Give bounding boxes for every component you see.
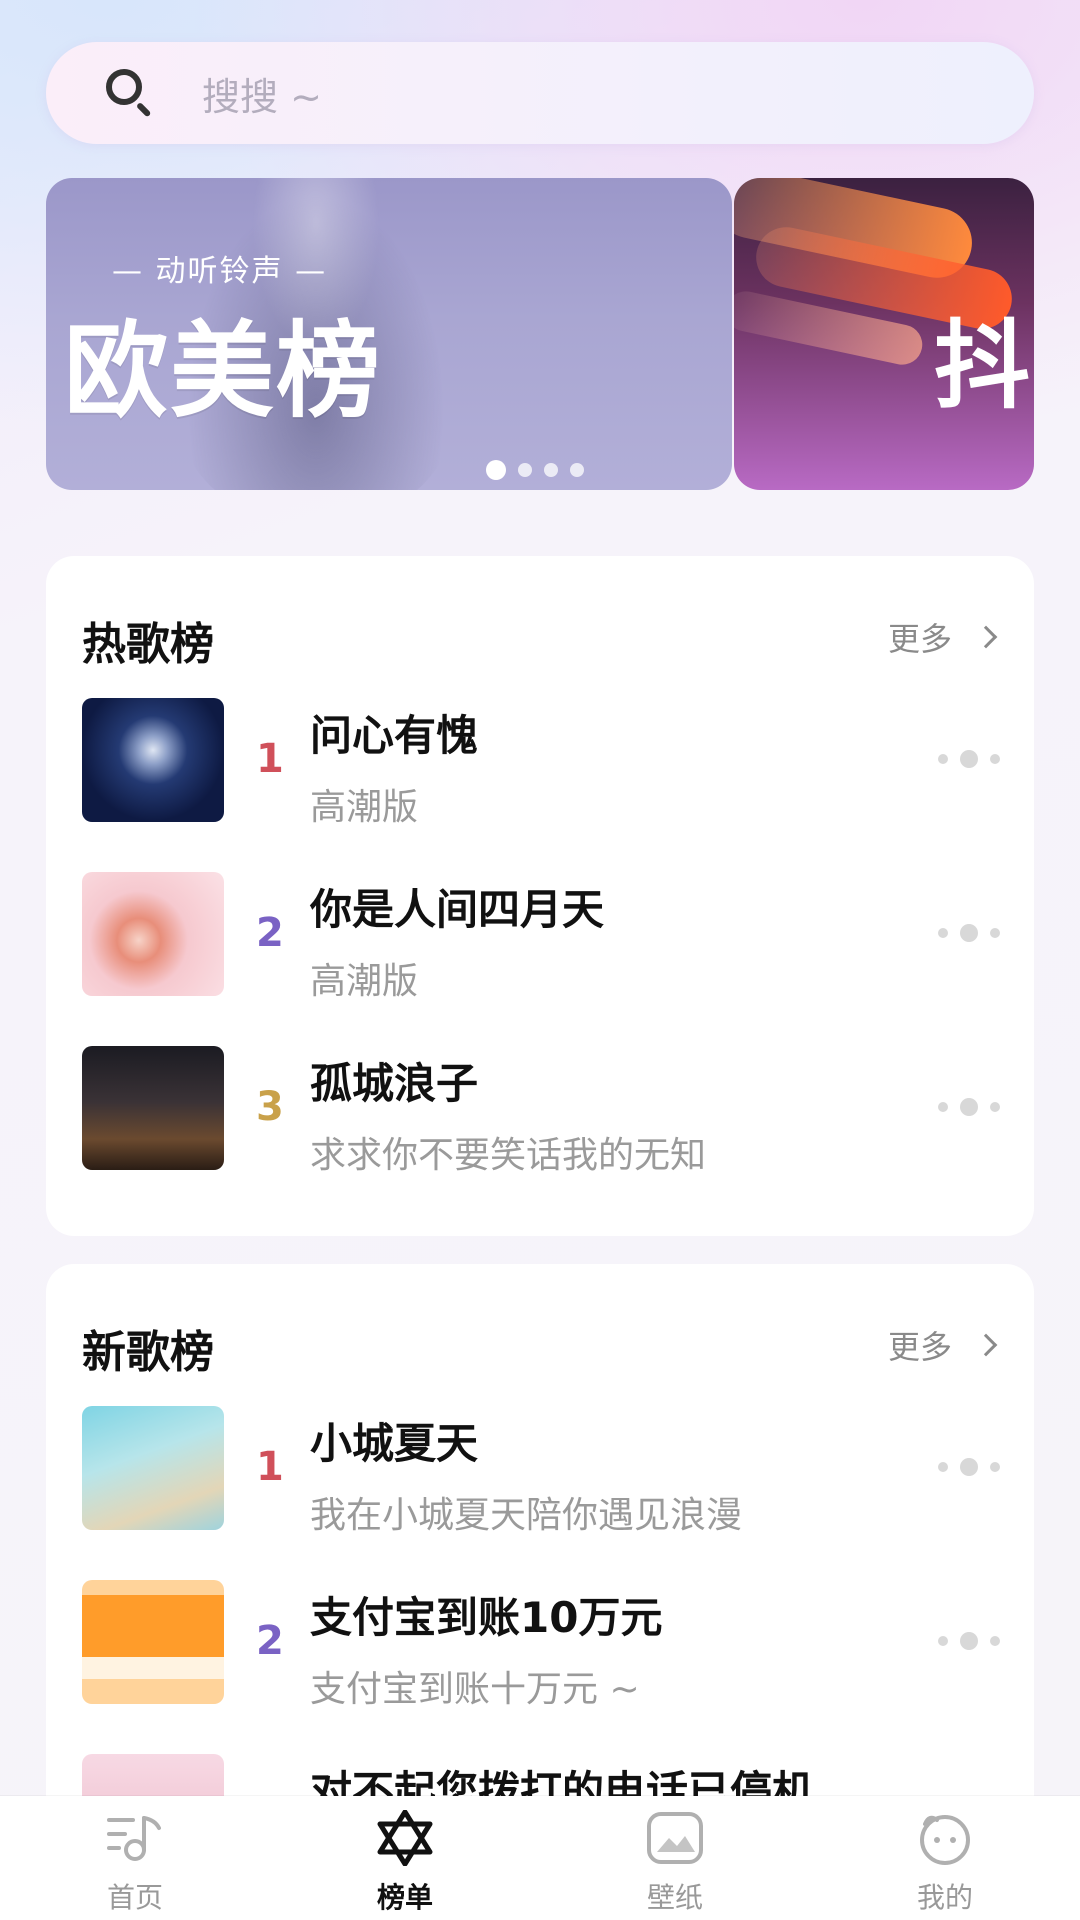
tab-label: 首页 [106, 1881, 163, 1914]
song-row[interactable]: 1 问心有愧 高潮版 [46, 698, 1034, 828]
search-icon [104, 67, 156, 119]
rank-number: 2 [256, 1618, 284, 1664]
album-cover [82, 872, 224, 996]
tab-label: 我的 [916, 1881, 973, 1914]
song-row[interactable]: 2 支付宝到账10万元 支付宝到账十万元 ~ [46, 1580, 1034, 1710]
carousel-dot-active [486, 460, 506, 480]
song-subtitle: 求求你不要笑话我的无知 [310, 1135, 707, 1176]
chevron-right-icon [974, 1333, 998, 1357]
banner-next-title: 抖 [934, 310, 1030, 422]
carousel-dot [570, 463, 584, 477]
rank-number: 1 [256, 1444, 284, 1490]
more-options-icon[interactable] [938, 1458, 1000, 1476]
song-row[interactable]: 1 小城夏天 我在小城夏天陪你遇见浪漫 [46, 1406, 1034, 1536]
album-cover [82, 1406, 224, 1530]
rank-number: 1 [256, 736, 284, 782]
banner-slide-next[interactable]: 抖 [734, 178, 1034, 490]
song-title: 你是人间四月天 [310, 885, 605, 934]
face-icon [920, 1815, 970, 1865]
tab-wallpaper[interactable]: 壁纸 [600, 1796, 750, 1920]
song-title: 支付宝到账10万元 [310, 1593, 663, 1642]
hot-chart-more-button[interactable]: 更多 [887, 614, 998, 660]
rank-number: 2 [256, 910, 284, 956]
more-options-icon[interactable] [938, 750, 1000, 768]
song-title: 问心有愧 [310, 711, 479, 760]
more-label: 更多 [887, 620, 952, 658]
tab-profile[interactable]: 我的 [870, 1796, 1020, 1920]
carousel-indicator [486, 460, 584, 480]
album-cover [82, 1046, 224, 1170]
more-options-icon[interactable] [938, 1098, 1000, 1116]
song-subtitle: 支付宝到账十万元 ~ [310, 1669, 640, 1710]
song-subtitle: 高潮版 [310, 961, 419, 1002]
more-label: 更多 [887, 1328, 952, 1366]
banner-slide-western-chart[interactable]: — 动听铃声 — 欧美榜 [46, 178, 732, 490]
tab-label: 榜单 [376, 1881, 433, 1914]
carousel-dot [544, 463, 558, 477]
album-cover [82, 1580, 224, 1704]
song-row[interactable]: 3 孤城浪子 求求你不要笑话我的无知 [46, 1046, 1034, 1176]
album-cover [82, 698, 224, 822]
tab-label: 壁纸 [646, 1881, 703, 1914]
tab-charts[interactable]: 榜单 [330, 1796, 480, 1920]
new-chart-card: 新歌榜 更多 1 小城夏天 我在小城夏天陪你遇见浪漫 2 支付宝到账10万元 支… [46, 1264, 1034, 1884]
search-bar[interactable]: 搜搜 ~ [46, 42, 1034, 144]
tab-home[interactable]: 首页 [60, 1796, 210, 1920]
more-options-icon[interactable] [938, 924, 1000, 942]
search-placeholder: 搜搜 ~ [202, 74, 322, 119]
song-title: 孤城浪子 [310, 1059, 479, 1108]
chevron-right-icon [974, 625, 998, 649]
new-chart-title: 新歌榜 [82, 1327, 214, 1378]
hot-chart-title: 热歌榜 [82, 619, 214, 670]
music-note-icon [107, 1816, 161, 1861]
song-subtitle: 高潮版 [310, 787, 419, 828]
bottom-tab-bar: 首页 榜单 壁纸 我的 [0, 1796, 1080, 1920]
new-chart-more-button[interactable]: 更多 [887, 1322, 998, 1368]
song-subtitle: 我在小城夏天陪你遇见浪漫 [310, 1495, 743, 1536]
song-row[interactable]: 2 你是人间四月天 高潮版 [46, 872, 1034, 1002]
banner-subtitle: — 动听铃声 — [112, 254, 328, 289]
banner-title: 欧美榜 [64, 310, 383, 432]
rank-number: 3 [256, 1084, 284, 1130]
carousel-dot [518, 463, 532, 477]
song-title: 小城夏天 [310, 1419, 479, 1468]
image-icon [647, 1812, 703, 1864]
hot-chart-card: 热歌榜 更多 1 问心有愧 高潮版 2 你是人间四月天 高潮版 3 孤城浪子 求… [46, 556, 1034, 1236]
star-of-david-icon [377, 1810, 433, 1866]
more-options-icon[interactable] [938, 1632, 1000, 1650]
